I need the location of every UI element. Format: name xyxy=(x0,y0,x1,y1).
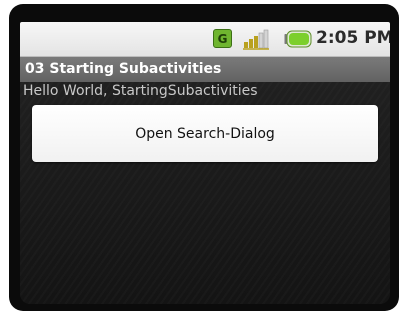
app-title-bar: 03 Starting Subactivities xyxy=(20,57,390,82)
network-type-icon: G xyxy=(213,29,232,48)
status-clock: 2:05 PM xyxy=(316,28,390,48)
open-search-dialog-button[interactable]: Open Search-Dialog xyxy=(32,105,378,162)
hello-text: Hello World, StartingSubactivities xyxy=(23,83,258,99)
app-title: 03 Starting Subactivities xyxy=(25,61,222,77)
battery-icon xyxy=(284,30,312,48)
network-type-label: G xyxy=(217,31,228,46)
open-search-dialog-label: Open Search-Dialog xyxy=(135,125,275,142)
signal-strength-icon xyxy=(243,29,269,50)
status-bar: G 2:05 PM xyxy=(20,22,390,57)
device-screen: G 2:05 PM 03 Starting Subactivities Hell… xyxy=(20,22,390,304)
